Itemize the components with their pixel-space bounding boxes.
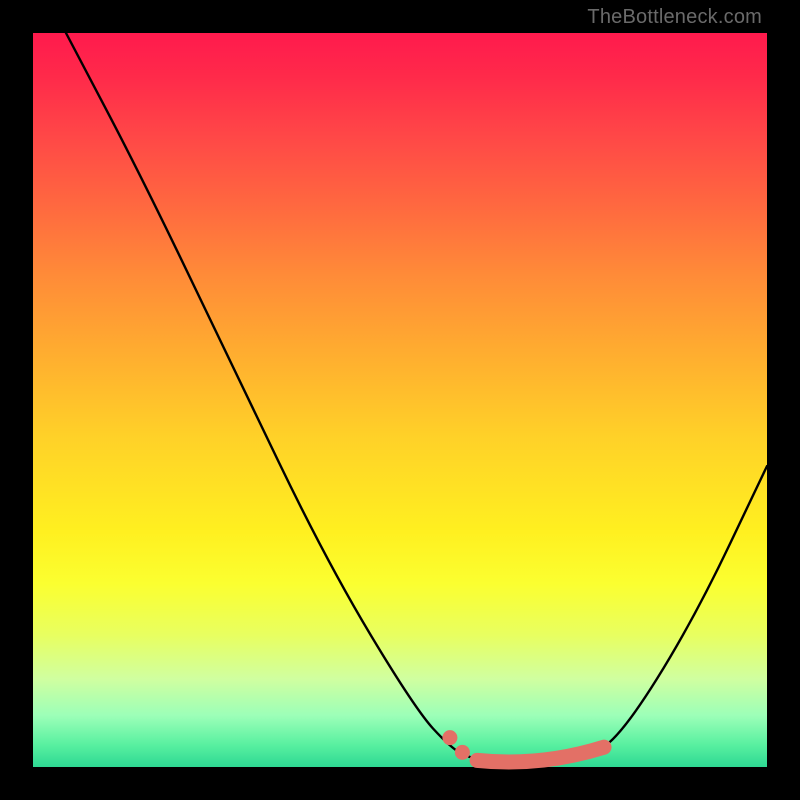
- accent-dot: [455, 745, 470, 760]
- accent-dot: [442, 730, 457, 745]
- chart-area: [33, 33, 767, 767]
- watermark-text: TheBottleneck.com: [587, 6, 762, 29]
- bottleneck-curve: [66, 33, 767, 763]
- accent-stroke: [477, 747, 604, 762]
- accent-markers: [442, 730, 604, 762]
- bottleneck-plot: [33, 33, 767, 767]
